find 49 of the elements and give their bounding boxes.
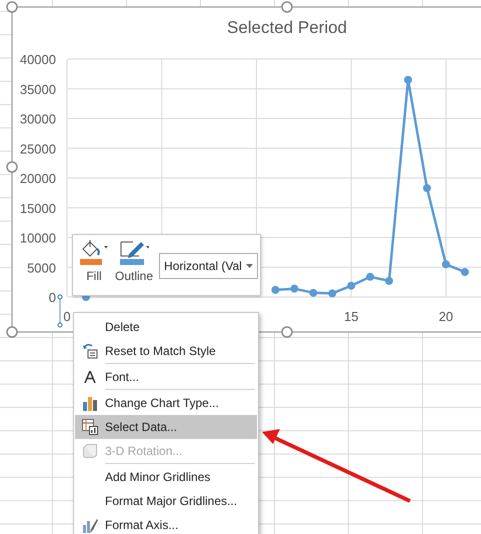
table-chart-icon <box>82 419 98 435</box>
menu-item[interactable]: Change Chart Type... <box>75 389 257 415</box>
font-icon <box>84 371 96 383</box>
resize-handle[interactable] <box>281 1 293 13</box>
chart-title: Selected Period <box>226 18 348 37</box>
element-dropdown[interactable]: Horizontal (Val <box>159 253 258 279</box>
bar-chart-icon <box>82 395 98 411</box>
caret-icon <box>246 264 253 268</box>
y-axis-label: 5000 <box>27 260 56 276</box>
data-point <box>442 260 450 268</box>
data-point <box>423 184 431 192</box>
y-axis-label: 30000 <box>20 112 56 126</box>
x-axis-label: 15 <box>344 309 358 324</box>
selection-handle[interactable] <box>58 322 62 328</box>
outline-button[interactable]: Outline <box>115 239 154 283</box>
y-axis-label: 0 <box>48 290 56 305</box>
y-axis-label: 10000 <box>20 230 56 246</box>
reset-style-icon <box>82 343 98 359</box>
y-axis-label: 25000 <box>20 141 56 156</box>
resize-handle[interactable] <box>6 1 18 13</box>
format-brush-icon <box>82 517 98 533</box>
resize-handle[interactable] <box>6 161 18 173</box>
menu-item[interactable]: Delete <box>75 315 257 339</box>
menu-item[interactable]: Add Minor Gridlines <box>75 463 257 489</box>
y-axis-label: 15000 <box>20 200 56 216</box>
data-point <box>366 272 374 281</box>
selection-handle[interactable] <box>58 294 62 300</box>
data-point <box>271 286 280 294</box>
menu-item[interactable]: Format Major Gridlines... <box>75 489 257 513</box>
y-axis-label: 40000 <box>20 52 56 67</box>
resize-handle[interactable] <box>281 326 293 338</box>
y-axis-label: 20000 <box>20 171 56 186</box>
menu-item[interactable]: Select Data... <box>75 415 257 439</box>
menu-item[interactable]: Font... <box>75 363 257 389</box>
menu-item[interactable]: Reset to Match Style <box>75 339 257 363</box>
y-axis-label: 35000 <box>20 82 56 97</box>
data-point <box>347 282 356 290</box>
data-point <box>404 76 412 84</box>
fill-button[interactable]: Fill <box>79 239 109 283</box>
cube-icon <box>82 443 98 459</box>
data-point <box>309 288 318 297</box>
menu-item[interactable]: Format Axis... <box>75 513 257 534</box>
data-point <box>290 284 298 293</box>
data-point <box>460 268 469 276</box>
x-axis-label: 0 <box>63 309 71 324</box>
data-point <box>385 276 394 285</box>
x-axis-label: 20 <box>438 309 454 324</box>
data-point <box>328 289 336 298</box>
resize-handle[interactable] <box>6 326 18 338</box>
